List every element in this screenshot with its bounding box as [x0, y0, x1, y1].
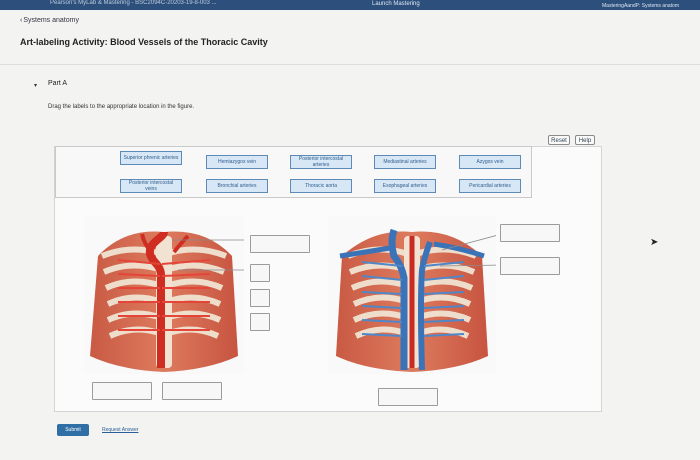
part-a-header[interactable]: Part A — [48, 80, 67, 87]
drop-target-2[interactable] — [250, 264, 270, 282]
drop-target-4[interactable] — [250, 313, 270, 331]
caret-down-icon[interactable]: ▾ — [34, 82, 37, 89]
posterior-intercostal-arteries-label[interactable]: Posterior intercostal arteries — [290, 155, 352, 169]
drop-target-9[interactable] — [378, 388, 438, 406]
drop-target-6[interactable] — [500, 257, 560, 275]
venous-thorax-image — [328, 216, 496, 374]
request-answer-link[interactable]: Request Answer — [102, 427, 138, 433]
mediastinal-arteries-label[interactable]: Mediastinal arteries — [374, 155, 436, 169]
drop-target-1[interactable] — [250, 235, 310, 253]
instructions-text: Drag the labels to the appropriate locat… — [48, 104, 195, 110]
browser-tab-left[interactable]: Pearson's MyLab & Mastering - BSC2094C-2… — [50, 0, 217, 8]
drop-target-7[interactable] — [92, 382, 152, 400]
submit-button[interactable]: Submit — [57, 424, 89, 436]
thoracic-aorta-label[interactable]: Thoracic aorta — [290, 179, 352, 193]
page-title: Art-labeling Activity: Blood Vessels of … — [20, 37, 268, 47]
drop-target-8[interactable] — [162, 382, 222, 400]
drop-target-3[interactable] — [250, 289, 270, 307]
posterior-intercostal-veins-label[interactable]: Posterior intercostal veins — [120, 179, 182, 193]
divider — [0, 64, 700, 65]
browser-tab-launch-mastering[interactable]: Launch Mastering — [372, 0, 420, 9]
breadcrumb-label: Systems anatomy — [23, 17, 79, 24]
azygos-vein-label[interactable]: Azygos vein — [459, 155, 521, 169]
drop-target-5[interactable] — [500, 224, 560, 242]
bronchial-arteries-label[interactable]: Bronchial arteries — [206, 179, 268, 193]
reset-button[interactable]: Reset — [548, 135, 570, 145]
arterial-thorax-image — [84, 216, 244, 374]
pericardial-arteries-label[interactable]: Pericardial arteries — [459, 179, 521, 193]
cursor-icon: ➤ — [650, 237, 659, 248]
hemiazygos-vein-label[interactable]: Hemiazygos vein — [206, 155, 268, 169]
esophageal-arteries-label[interactable]: Esophageal arteries — [374, 179, 436, 193]
label-bank: Superior phrenic arteries Hemiazygos vei… — [55, 146, 532, 198]
chevron-left-icon: ‹ — [20, 17, 23, 24]
browser-tab-strip: Pearson's MyLab & Mastering - BSC2094C-2… — [0, 0, 700, 10]
breadcrumb[interactable]: ‹Systems anatomy — [20, 17, 79, 24]
superior-phrenic-arteries-label[interactable]: Superior phrenic arteries — [120, 151, 182, 165]
help-button[interactable]: Help — [575, 135, 595, 145]
